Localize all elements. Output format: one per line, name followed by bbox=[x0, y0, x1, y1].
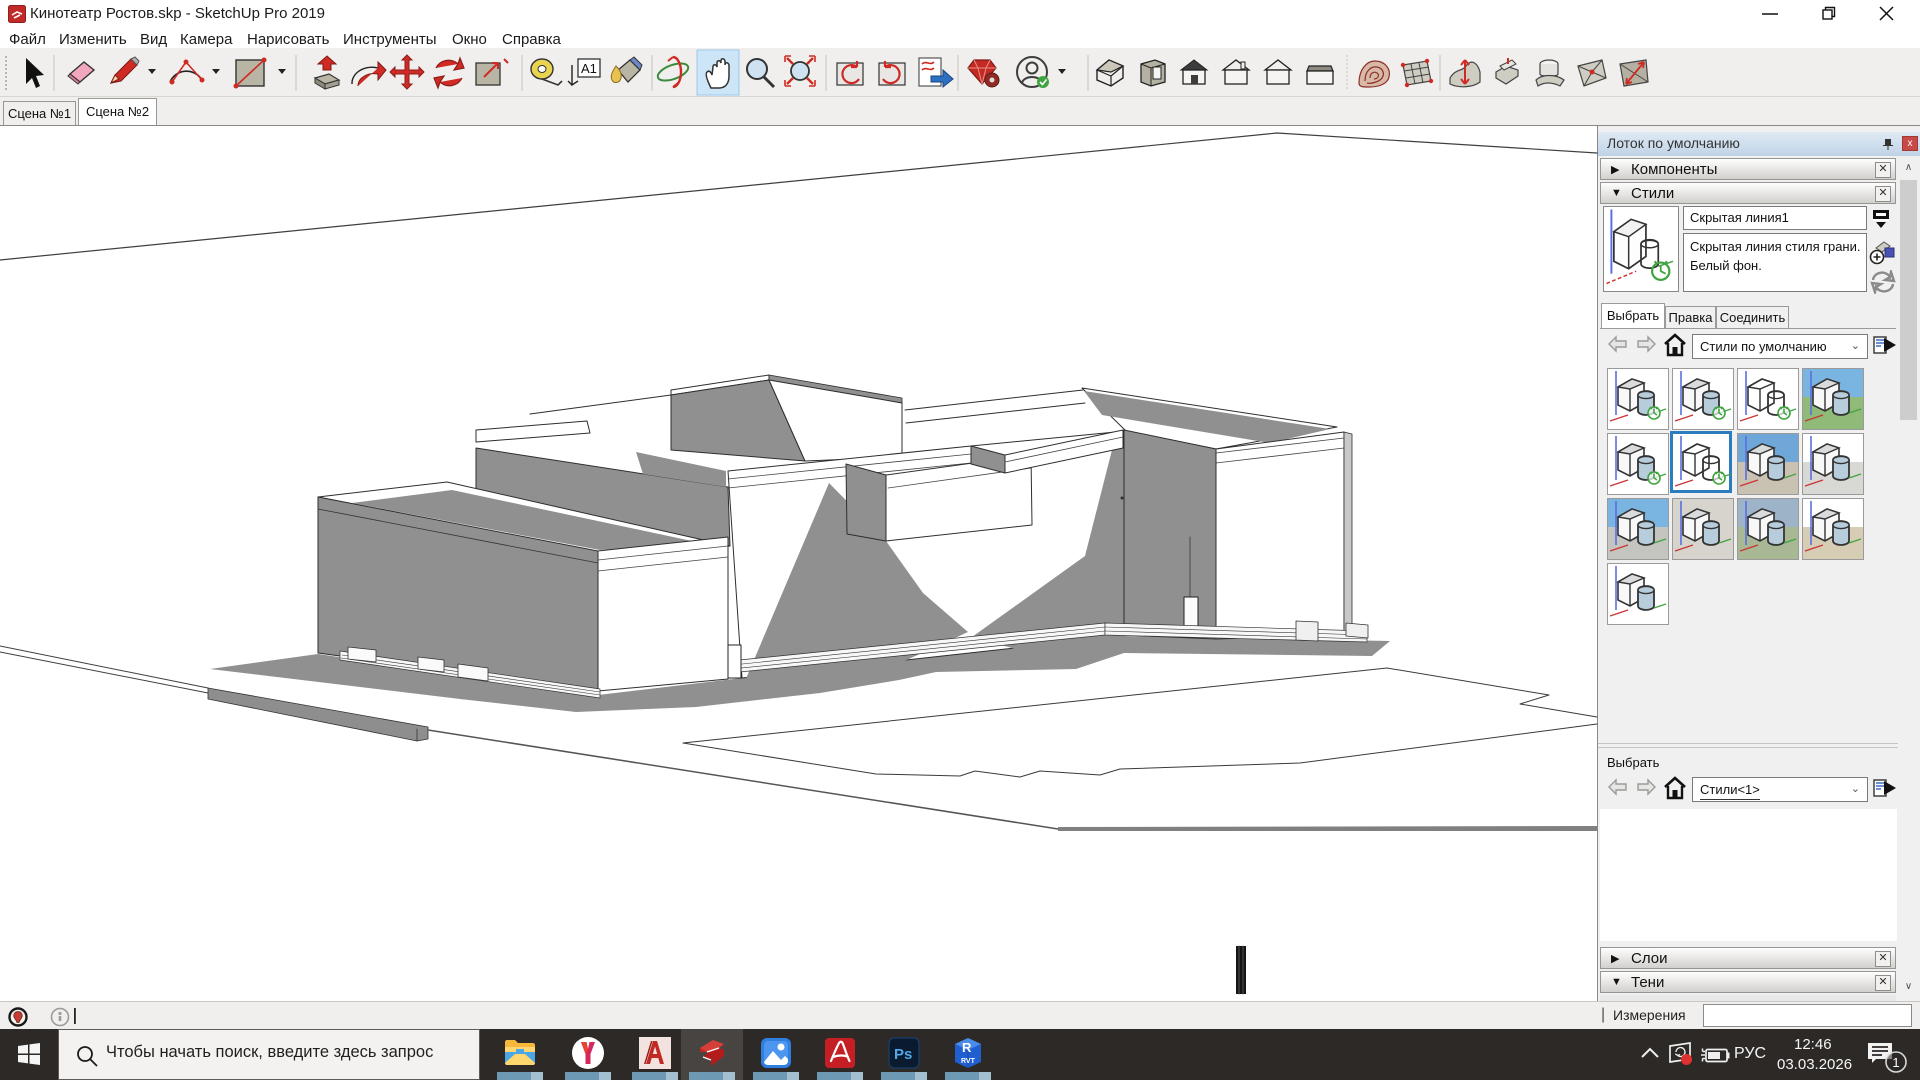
svg-text:1: 1 bbox=[1892, 1055, 1899, 1070]
svg-text:RVT: RVT bbox=[961, 1058, 976, 1065]
svg-text:R: R bbox=[962, 1040, 972, 1055]
svg-text:A1: A1 bbox=[581, 61, 597, 76]
svg-text:Ps: Ps bbox=[894, 1046, 912, 1063]
